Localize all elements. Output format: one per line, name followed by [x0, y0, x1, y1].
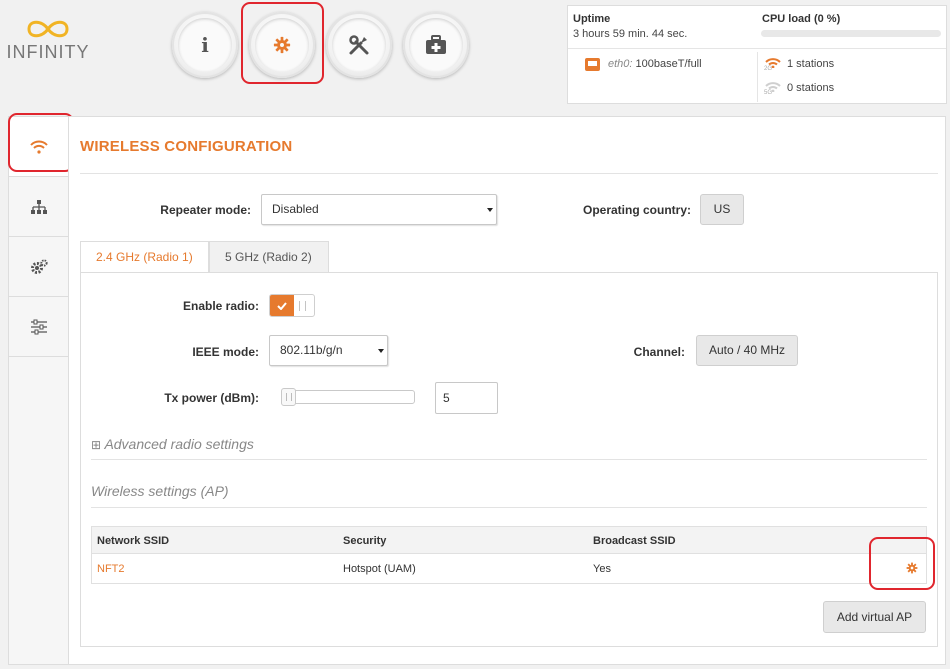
check-icon: [277, 301, 287, 310]
table-row: NFT2 Hotspot (UAM) Yes: [91, 554, 927, 584]
eth-status: eth0: 100baseT/full: [608, 58, 702, 70]
country-button[interactable]: US: [700, 194, 744, 225]
security-value: Hotspot (UAM): [343, 563, 416, 575]
advanced-radio-settings-toggle[interactable]: ⊞ Advanced radio settings: [91, 436, 254, 452]
ieee-mode-value: 802.11b/g/n: [280, 343, 343, 357]
col-security: Security: [343, 535, 387, 547]
add-virtual-ap-button[interactable]: Add virtual AP: [823, 601, 926, 633]
eth-name: eth0:: [608, 58, 633, 70]
sidebar-item-services[interactable]: [9, 237, 69, 297]
network-icon: [31, 199, 47, 214]
col-broadcast-ssid: Broadcast SSID: [593, 535, 676, 547]
radio-tab-panel: Enable radio: IEEE mode: 802.11b/g/n Cha…: [80, 272, 938, 647]
ieee-mode-select[interactable]: 802.11b/g/n: [269, 335, 388, 366]
radio-2g-label: 2G: [764, 66, 773, 72]
tools-button[interactable]: [326, 12, 392, 78]
eth-value: 100baseT/full: [635, 58, 702, 70]
tab-radio-1[interactable]: 2.4 GHz (Radio 1): [80, 241, 209, 273]
radio-5g-stations: 0 stations: [787, 82, 835, 94]
wifi-icon: [30, 140, 48, 154]
enable-radio-label: Enable radio:: [182, 299, 259, 313]
repeater-value: Disabled: [272, 202, 319, 216]
page-title: WIRELESS CONFIGURATION: [80, 138, 293, 155]
infinity-logo: INFINITY: [6, 18, 90, 63]
main-panel: WIRELESS CONFIGURATION Repeater mode: Di…: [68, 116, 946, 665]
sidebar: [8, 116, 69, 665]
radio-2g-stations: 1 stations: [787, 58, 835, 70]
sidebar-item-wireless[interactable]: [9, 117, 69, 177]
enable-radio-toggle[interactable]: [269, 294, 315, 317]
wireless-settings-header: Wireless settings (AP): [91, 483, 229, 499]
repeater-mode-select[interactable]: Disabled: [261, 194, 497, 225]
chevron-down-icon: [378, 349, 384, 353]
ssid-link[interactable]: NFT2: [97, 563, 125, 575]
expand-icon: ⊞: [91, 438, 102, 452]
tx-power-input[interactable]: 5: [435, 382, 498, 414]
sidebar-item-advanced[interactable]: [9, 297, 69, 357]
toolbox-icon: [426, 35, 446, 54]
logo-text: INFINITY: [6, 42, 90, 62]
infinity-icon: [27, 20, 69, 38]
services-icon: [31, 258, 48, 274]
cpu-label: CPU load (0 %): [762, 13, 841, 25]
status-panel: Uptime 3 hours 59 min. 44 sec. CPU load …: [567, 5, 947, 104]
cpu-bar: [761, 30, 941, 37]
tx-power-label: Tx power (dBm):: [164, 391, 259, 405]
info-button[interactable]: i: [172, 12, 238, 78]
chevron-down-icon: [487, 208, 493, 212]
info-icon: i: [201, 33, 209, 57]
col-network-ssid: Network SSID: [97, 535, 170, 547]
tab-radio-2[interactable]: 5 GHz (Radio 2): [209, 241, 329, 273]
ieee-mode-label: IEEE mode:: [192, 345, 259, 359]
sliders-icon: [31, 319, 47, 334]
ethernet-icon: [585, 58, 600, 71]
advanced-radio-settings-label: Advanced radio settings: [104, 436, 254, 452]
ssid-table: Network SSID Security Broadcast SSID NFT…: [91, 526, 927, 584]
gear-icon[interactable]: [906, 562, 918, 574]
radio-5g-label: 5G: [764, 90, 773, 96]
wifi-2g-icon: 2G: [764, 56, 784, 74]
wifi-5g-icon: 5G: [764, 80, 784, 98]
table-header: Network SSID Security Broadcast SSID: [91, 526, 927, 554]
toolbox-button[interactable]: [403, 12, 469, 78]
sidebar-item-network[interactable]: [9, 177, 69, 237]
channel-button[interactable]: Auto / 40 MHz: [696, 335, 798, 366]
repeater-label: Repeater mode:: [160, 203, 251, 217]
channel-label: Channel:: [633, 345, 685, 359]
country-label: Operating country:: [582, 203, 691, 217]
toggle-grip: [299, 301, 306, 311]
settings-button[interactable]: [249, 12, 315, 78]
uptime-value: 3 hours 59 min. 44 sec.: [573, 28, 688, 40]
tx-power-slider[interactable]: [281, 388, 415, 406]
tools-icon: [349, 35, 369, 55]
broadcast-value: Yes: [593, 563, 611, 575]
uptime-label: Uptime: [573, 13, 611, 25]
slider-handle[interactable]: [281, 388, 296, 406]
gear-icon: [273, 36, 291, 54]
